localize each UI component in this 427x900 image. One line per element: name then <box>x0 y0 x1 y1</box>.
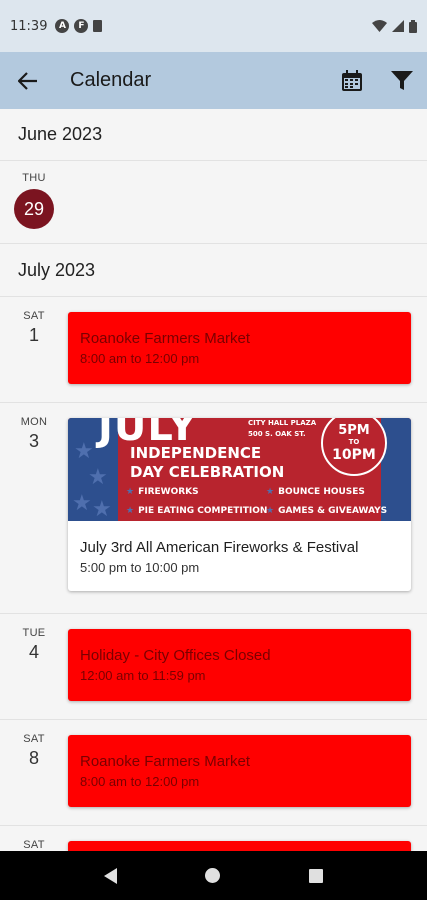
banner-time-badge: 5PM TO 10PM <box>321 418 387 476</box>
day-row: TUE 4 Holiday - City Offices Closed 12:0… <box>0 614 427 720</box>
banner-subtitle: DAY CELEBRATION <box>130 463 285 481</box>
event-card[interactable] <box>68 841 411 851</box>
event-title: Roanoke Farmers Market <box>80 753 251 770</box>
day-number: 3 <box>28 431 39 451</box>
back-button[interactable] <box>0 52 56 109</box>
banner-location: CITY HALL PLAZA 500 S. OAK ST. <box>248 418 316 440</box>
banner-time-start: 5PM <box>338 423 370 438</box>
page-title: Calendar <box>70 69 152 91</box>
banner-time-end: 10PM <box>332 447 376 463</box>
events-column: Holiday - City Offices Closed 12:00 am t… <box>68 614 427 719</box>
day-row: THU 29 <box>0 161 427 244</box>
day-number: 1 <box>28 325 39 345</box>
banner-location-line: CITY HALL PLAZA <box>248 419 317 427</box>
star-icon: ★ <box>72 490 92 515</box>
nav-recents-icon[interactable] <box>308 868 323 883</box>
star-icon: ★ <box>92 496 112 521</box>
events-column: ★ ★ ★ ★ JULY CITY HALL PLAZA 500 S. OAK … <box>68 403 427 613</box>
filter-icon <box>391 70 413 90</box>
nav-home-icon[interactable] <box>205 868 221 883</box>
events-column <box>68 826 427 851</box>
filter-button[interactable] <box>377 52 427 109</box>
day-label: TUE 4 <box>0 614 68 719</box>
calendar-list[interactable]: June 2023 THU 29 July 2023 SAT 1 Roanoke… <box>0 109 427 851</box>
banner-item: ★ FIREWORKS <box>126 487 199 497</box>
day-row: SAT 8 Roanoke Farmers Market 8:00 am to … <box>0 720 427 826</box>
day-row: MON 3 ★ ★ ★ ★ JULY CITY HALL PLAZA 500 S… <box>0 403 427 614</box>
event-title: Holiday - City Offices Closed <box>80 647 271 664</box>
day-number: 8 <box>28 748 39 768</box>
event-card[interactable]: Holiday - City Offices Closed 12:00 am t… <box>68 629 411 701</box>
day-of-week: SAT <box>23 733 45 745</box>
app-bar: Calendar <box>0 52 427 109</box>
events-column: Roanoke Farmers Market 8:00 am to 12:00 … <box>68 720 427 825</box>
day-label: SAT <box>0 826 68 851</box>
month-header: July 2023 <box>0 244 427 297</box>
day-of-week: SAT <box>23 839 45 851</box>
calendar-view-button[interactable] <box>327 52 377 109</box>
day-label: SAT 1 <box>0 297 68 402</box>
events-column <box>68 161 427 243</box>
wifi-icon <box>372 20 387 32</box>
banner-title: INDEPENDENCE <box>130 444 262 462</box>
day-of-week: SAT <box>23 310 45 322</box>
event-title: July 3rd All American Fireworks & Festiv… <box>80 539 359 556</box>
banner-time-to: TO <box>348 438 360 446</box>
battery-icon <box>409 19 417 33</box>
event-time: 8:00 am to 12:00 pm <box>80 774 200 789</box>
day-of-week: MON <box>20 416 48 428</box>
banner-item-label: FIREWORKS <box>138 487 199 497</box>
day-label: THU 29 <box>0 161 68 243</box>
event-time: 8:00 am to 12:00 pm <box>80 351 200 366</box>
event-card[interactable]: Roanoke Farmers Market 8:00 am to 12:00 … <box>68 312 411 384</box>
calendar-icon <box>342 69 362 91</box>
events-column: Roanoke Farmers Market 8:00 am to 12:00 … <box>68 297 427 402</box>
event-card[interactable]: Roanoke Farmers Market 8:00 am to 12:00 … <box>68 735 411 807</box>
banner-item-label: GAMES & GIVEAWAYS <box>278 506 388 516</box>
banner-item: ★ GAMES & GIVEAWAYS <box>266 506 388 516</box>
star-icon: ★ <box>88 464 108 489</box>
system-nav-bar <box>0 851 427 900</box>
event-time: 5:00 pm to 10:00 pm <box>80 560 200 575</box>
event-info: July 3rd All American Fireworks & Festiv… <box>68 521 411 591</box>
day-number: 4 <box>28 642 39 662</box>
day-of-week: THU <box>22 172 46 184</box>
month-header: June 2023 <box>0 109 427 161</box>
status-time: 11:39 <box>10 18 48 34</box>
sim-icon <box>93 20 103 32</box>
banner-location-line: 500 S. OAK ST. <box>248 430 306 438</box>
day-row: SAT 1 Roanoke Farmers Market 8:00 am to … <box>0 297 427 403</box>
event-banner-image: ★ ★ ★ ★ JULY CITY HALL PLAZA 500 S. OAK … <box>68 418 411 521</box>
nav-back-icon[interactable] <box>104 867 118 884</box>
status-bar: 11:39 A F <box>0 0 427 52</box>
signal-icon <box>392 20 404 32</box>
banner-item-label: PIE EATING COMPETITION <box>138 506 268 516</box>
event-card[interactable]: ★ ★ ★ ★ JULY CITY HALL PLAZA 500 S. OAK … <box>68 418 411 591</box>
banner-item-label: BOUNCE HOUSES <box>278 487 365 497</box>
banner-item: ★ BOUNCE HOUSES <box>266 487 365 497</box>
a-icon: A <box>55 19 70 33</box>
banner-item: ★ PIE EATING COMPETITION <box>126 506 268 516</box>
day-row: SAT <box>0 826 427 851</box>
day-label: MON 3 <box>0 403 68 613</box>
f-icon: F <box>74 19 89 33</box>
day-label: SAT 8 <box>0 720 68 825</box>
back-arrow-icon <box>18 71 37 90</box>
day-of-week: TUE <box>22 627 46 639</box>
today-date-badge[interactable]: 29 <box>14 189 54 229</box>
event-time: 12:00 am to 11:59 pm <box>80 668 206 683</box>
star-icon: ★ <box>74 438 94 463</box>
event-title: Roanoke Farmers Market <box>80 330 251 347</box>
